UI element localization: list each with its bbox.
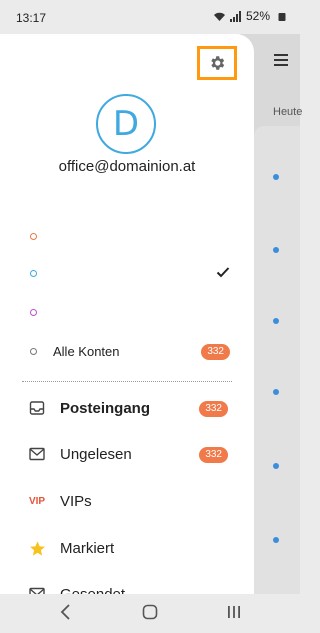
settings-button[interactable] xyxy=(197,46,237,80)
battery-icon xyxy=(278,13,286,21)
account-color-ring xyxy=(30,347,37,355)
account-color-ring xyxy=(30,269,37,277)
menu-icon[interactable] xyxy=(274,54,288,66)
folder-sent[interactable]: Gesendet xyxy=(28,580,228,594)
folder-label: Ungelesen xyxy=(60,445,132,463)
account-label: Alle Konten xyxy=(53,343,120,359)
unread-count-badge: 332 xyxy=(199,401,228,417)
back-icon[interactable] xyxy=(60,604,72,620)
section-label-today: Heute xyxy=(273,106,303,118)
folder-vips[interactable]: VIP VIPs xyxy=(28,487,228,515)
status-bar: 13:17 52% xyxy=(0,0,300,34)
unread-dot xyxy=(273,318,279,324)
folder-unread[interactable]: Ungelesen 332 xyxy=(28,440,228,468)
unread-count-badge: 332 xyxy=(201,344,230,360)
gear-icon xyxy=(211,56,225,70)
vip-icon: VIP xyxy=(28,495,46,507)
account-item[interactable] xyxy=(30,261,230,285)
unread-dot xyxy=(273,247,279,253)
unread-dot xyxy=(273,463,279,469)
folder-label: Posteingang xyxy=(60,399,151,417)
battery-percent: 52% xyxy=(245,9,270,23)
divider xyxy=(22,381,232,382)
account-email: office@domainion.at xyxy=(58,158,196,175)
avatar[interactable]: D xyxy=(96,94,156,154)
sent-icon xyxy=(28,585,46,594)
account-color-ring xyxy=(30,308,37,316)
unread-count-badge: 332 xyxy=(199,447,228,463)
status-time: 13:17 xyxy=(16,11,47,25)
envelope-icon xyxy=(28,445,46,463)
star-icon xyxy=(28,539,46,557)
account-item[interactable] xyxy=(30,300,230,324)
signal-icon xyxy=(229,10,241,22)
unread-dot xyxy=(273,174,279,180)
wifi-icon xyxy=(213,12,225,21)
navigation-drawer: D office@domainion.at Alle Konten 332 Po… xyxy=(0,34,254,594)
inbox-icon xyxy=(28,399,46,417)
folder-label: Gesendet xyxy=(60,585,126,595)
account-item[interactable] xyxy=(30,224,230,248)
message-list xyxy=(254,126,300,594)
folder-inbox[interactable]: Posteingang 332 xyxy=(28,394,228,422)
account-color-ring xyxy=(30,232,37,240)
folder-flagged[interactable]: Markiert xyxy=(28,534,228,562)
account-item-all[interactable]: Alle Konten 332 xyxy=(30,339,230,363)
checkmark-icon xyxy=(216,267,230,278)
home-icon[interactable] xyxy=(142,604,158,620)
recent-apps-icon[interactable] xyxy=(226,604,242,620)
unread-dot xyxy=(273,389,279,395)
system-navigation-bar xyxy=(0,594,300,633)
status-icons: 52% xyxy=(213,9,270,23)
folder-label: Markiert xyxy=(60,539,115,557)
unread-dot xyxy=(273,537,279,543)
folder-label: VIPs xyxy=(60,492,92,510)
